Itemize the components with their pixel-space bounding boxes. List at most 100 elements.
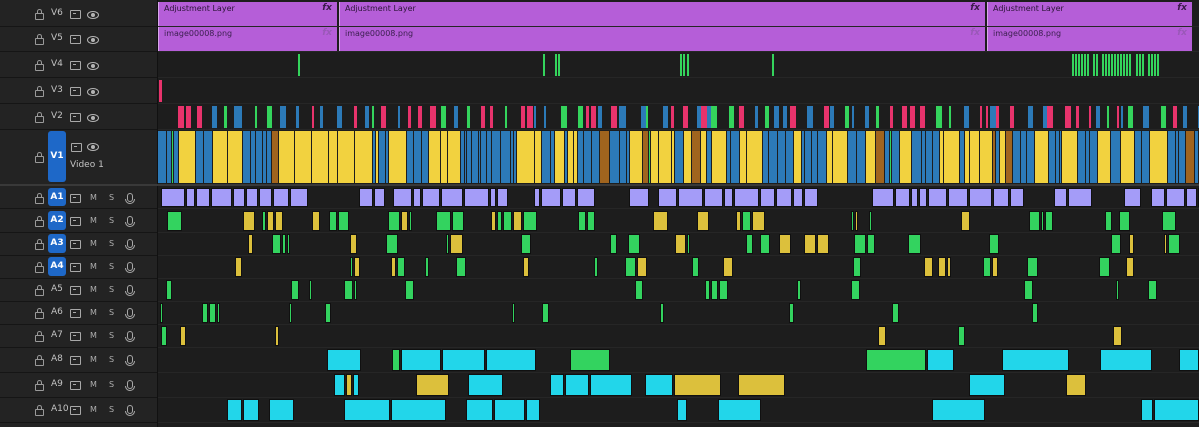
audio-clip[interactable] [374, 188, 385, 207]
audio-clip[interactable] [752, 211, 765, 231]
video-clip[interactable] [279, 131, 295, 183]
video-clip[interactable] [1161, 106, 1166, 128]
audio-clip[interactable] [273, 188, 289, 207]
audio-clip[interactable] [161, 326, 167, 346]
video-clip[interactable] [1047, 106, 1053, 128]
video-clip[interactable] [1027, 131, 1035, 183]
video-clip[interactable] [876, 131, 885, 183]
audio-clip[interactable] [397, 257, 405, 277]
audio-clip[interactable] [817, 234, 829, 254]
audio-clip[interactable] [570, 349, 610, 371]
audio-clip[interactable] [233, 188, 245, 207]
audio-clip[interactable] [1151, 188, 1165, 207]
audio-clip[interactable] [924, 257, 933, 277]
audio-clip[interactable] [919, 188, 927, 207]
track-label[interactable]: V6 [51, 8, 63, 18]
audio-clip[interactable] [697, 211, 709, 231]
audio-clip[interactable] [436, 211, 451, 231]
video-clip[interactable] [454, 106, 458, 128]
lock-icon[interactable] [35, 216, 44, 227]
video-clip[interactable] [996, 106, 999, 128]
audio-clip[interactable] [678, 188, 703, 207]
audio-clip[interactable] [391, 257, 396, 277]
graphic-clip[interactable] [1093, 54, 1095, 76]
audio-clip[interactable] [628, 234, 640, 254]
mic-icon[interactable] [125, 262, 135, 273]
video-clip[interactable] [1049, 131, 1056, 183]
video-clip[interactable] [876, 106, 879, 128]
audio-clip[interactable] [290, 188, 308, 207]
video-clip[interactable] [272, 131, 279, 183]
audio-clip[interactable] [969, 374, 1005, 396]
audio-clip[interactable] [243, 211, 255, 231]
film-icon[interactable] [71, 143, 82, 152]
graphic-clip[interactable] [1072, 54, 1074, 76]
audio-clip[interactable] [413, 188, 421, 207]
audio-clip[interactable] [948, 188, 968, 207]
video-clip[interactable] [1098, 131, 1111, 183]
audio-clip[interactable] [983, 257, 991, 277]
audio-clip[interactable] [542, 303, 549, 323]
film-icon[interactable] [70, 406, 81, 415]
track-target-a1[interactable]: A1 [48, 188, 66, 206]
adjustment-layer-clip[interactable]: Adjustment Layer fx [339, 2, 985, 26]
audio-clip[interactable] [550, 374, 564, 396]
mute-button[interactable]: M [90, 193, 97, 202]
audio-clip[interactable] [1116, 280, 1119, 300]
audio-clip[interactable] [1164, 234, 1167, 254]
video-clip[interactable] [765, 106, 769, 128]
audio-clip[interactable] [1129, 234, 1134, 254]
audio-clip[interactable] [1111, 234, 1121, 254]
graphic-clip[interactable] [1081, 54, 1083, 76]
mute-button[interactable]: M [90, 331, 97, 340]
audio-clip[interactable] [541, 188, 561, 207]
video-clip[interactable] [381, 106, 386, 128]
audio-clip[interactable] [468, 374, 503, 396]
video-clip[interactable] [833, 131, 848, 183]
audio-clip[interactable] [734, 188, 759, 207]
video-clip[interactable] [818, 131, 827, 183]
audio-clip[interactable] [344, 280, 353, 300]
audio-clip[interactable] [269, 399, 294, 421]
video-clip[interactable] [312, 106, 314, 128]
audio-clip[interactable] [275, 326, 279, 346]
video-clip[interactable] [624, 106, 626, 128]
solo-button[interactable]: S [109, 331, 114, 340]
video-clip[interactable] [197, 106, 202, 128]
audio-clip[interactable] [161, 188, 185, 207]
audio-clip[interactable] [736, 211, 741, 231]
graphic-clip[interactable] [1111, 54, 1113, 76]
video-clip[interactable] [501, 131, 511, 183]
audio-clip[interactable] [653, 211, 668, 231]
video-clip[interactable] [186, 106, 191, 128]
audio-clip[interactable] [1168, 234, 1180, 254]
audio-clip[interactable] [746, 234, 753, 254]
audio-clip[interactable] [1162, 211, 1176, 231]
audio-clip[interactable] [878, 326, 886, 346]
lock-icon[interactable] [35, 34, 44, 45]
audio-clip[interactable] [1045, 211, 1053, 231]
audio-clip[interactable] [1148, 280, 1157, 300]
video-clip[interactable] [683, 106, 688, 128]
film-icon[interactable] [70, 332, 81, 341]
video-clip[interactable] [1111, 131, 1121, 183]
audio-clip[interactable] [851, 211, 854, 231]
graphic-clip[interactable] [1105, 54, 1107, 76]
audio-clip[interactable] [456, 257, 466, 277]
audio-clip[interactable] [1179, 349, 1199, 371]
graphic-clip[interactable] [159, 80, 162, 102]
mute-button[interactable]: M [90, 285, 97, 294]
audio-clip[interactable] [867, 234, 875, 254]
video-clip[interactable] [1128, 106, 1133, 128]
audio-clip[interactable] [497, 188, 508, 207]
video-clip[interactable] [1065, 106, 1071, 128]
film-icon[interactable] [70, 309, 81, 318]
audio-clip[interactable] [202, 303, 208, 323]
graphic-clip[interactable] [1148, 54, 1150, 76]
track-label[interactable]: V3 [51, 85, 63, 95]
graphic-clip[interactable] [687, 54, 689, 76]
lock-icon[interactable] [35, 380, 44, 391]
audio-clip[interactable] [719, 280, 728, 300]
video-clip[interactable] [659, 131, 672, 183]
video-clip[interactable] [418, 106, 422, 128]
